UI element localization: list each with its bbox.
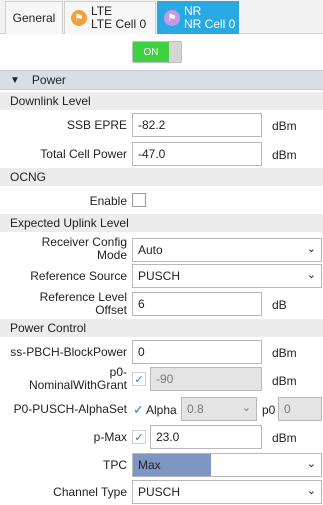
channel-type-value: PUSCH <box>138 485 181 499</box>
p-max-unit: dBm <box>272 431 297 445</box>
tpc-row: TPC Max ⌄ <box>0 452 323 478</box>
alpha-value: 0.8 <box>187 402 204 416</box>
tab-nr-cell[interactable]: ⚑ NR NR Cell 0 <box>157 1 239 34</box>
p0-input[interactable]: 0 <box>278 397 322 421</box>
tab-lte-cell[interactable]: ⚑ LTE LTE Cell 0 <box>64 1 156 34</box>
p0-nominal-input[interactable]: -90 <box>150 367 262 391</box>
reference-offset-unit: dB <box>272 298 287 312</box>
ocng-enable-label: Enable <box>89 194 127 208</box>
ssb-epre-label: SSB EPRE <box>66 118 127 132</box>
ss-pbch-unit: dBm <box>272 346 297 360</box>
total-cell-power-label: Total Cell Power <box>40 147 127 161</box>
p0-pusch-row: P0-PUSCH-AlphaSet ✓ Alpha 0.8 ⌄ p0 0 <box>0 396 323 422</box>
checkmark-icon: ✓ <box>134 431 144 444</box>
receiver-config-label-line1: Receiver Config <box>41 235 127 249</box>
tpc-select[interactable]: Max ⌄ <box>132 453 322 477</box>
ssb-epre-row: SSB EPRE -82.2 dBm <box>0 112 323 138</box>
p0-nominal-label-line1: p0- <box>109 365 127 379</box>
tab-lte-sublabel: LTE Cell 0 <box>91 17 147 31</box>
p0-nominal-checkbox[interactable]: ✓ <box>132 372 146 386</box>
reference-offset-label: Reference Level Offset <box>40 291 127 317</box>
p0-nominal-label: p0- NominalWithGrant <box>29 366 127 392</box>
chevron-down-icon: ⌄ <box>306 269 316 281</box>
tpc-value: Max <box>138 458 161 472</box>
p-max-checkbox[interactable]: ✓ <box>132 430 146 444</box>
p-max-input[interactable]: 23.0 <box>150 425 262 449</box>
p0-nominal-unit: dBm <box>272 374 297 388</box>
p-max-label: p-Max <box>93 430 127 444</box>
total-cell-power-input[interactable]: -47.0 <box>132 142 262 166</box>
ss-pbch-input[interactable]: 0 <box>132 340 262 364</box>
alpha-label: Alpha <box>146 403 177 417</box>
receiver-config-row: Receiver Config Mode Auto ⌄ <box>0 234 323 262</box>
nr-cell-icon: ⚑ <box>164 10 180 26</box>
chevron-down-icon: ⌄ <box>306 243 316 255</box>
tab-nr-sublabel: NR Cell 0 <box>184 17 236 31</box>
total-cell-power-row: Total Cell Power -47.0 dBm <box>0 141 323 167</box>
tab-bar: General ⚑ LTE LTE Cell 0 ⚑ NR NR Cell 0 <box>0 0 323 34</box>
p0-pusch-label: P0-PUSCH-AlphaSet <box>13 402 127 416</box>
receiver-config-label-line2: Mode <box>96 248 127 262</box>
chevron-down-icon: ⌄ <box>306 458 316 470</box>
reference-source-label: Reference Source <box>30 269 127 283</box>
expected-uplink-header: Expected Uplink Level <box>0 214 323 232</box>
reference-offset-input[interactable]: 6 <box>132 292 262 316</box>
ss-pbch-row: ss-PBCH-BlockPower 0 dBm <box>0 339 323 365</box>
channel-type-select[interactable]: PUSCH ⌄ <box>132 480 322 504</box>
reference-source-row: Reference Source PUSCH ⌄ <box>0 262 323 288</box>
checkmark-icon[interactable]: ✓ <box>133 402 144 418</box>
cell-on-toggle[interactable]: ON <box>132 41 182 63</box>
lte-cell-icon: ⚑ <box>71 10 87 26</box>
receiver-config-select[interactable]: Auto ⌄ <box>132 238 322 262</box>
p0-label: p0 <box>262 403 276 417</box>
ocng-header: OCNG <box>0 168 323 186</box>
power-section-title: Power <box>31 73 66 87</box>
tpc-label: TPC <box>103 458 127 472</box>
ocng-enable-checkbox[interactable] <box>132 193 146 207</box>
triangle-down-icon: ▼ <box>10 74 20 86</box>
p-max-row: p-Max ✓ 23.0 dBm <box>0 424 323 450</box>
reference-source-select[interactable]: PUSCH ⌄ <box>132 264 322 288</box>
reference-offset-row: Reference Level Offset 6 dB <box>0 289 323 317</box>
total-cell-power-unit: dBm <box>272 148 297 162</box>
chevron-down-icon: ⌄ <box>241 402 251 414</box>
receiver-config-label: Receiver Config Mode <box>42 236 127 262</box>
channel-type-label: Channel Type <box>53 485 127 499</box>
ssb-epre-input[interactable]: -82.2 <box>132 113 262 137</box>
ocng-enable-row: Enable <box>0 188 323 214</box>
reference-offset-label-line2: Offset <box>95 303 127 317</box>
channel-type-row: Channel Type PUSCH ⌄ <box>0 479 323 505</box>
ss-pbch-label: ss-PBCH-BlockPower <box>10 345 127 359</box>
tab-general[interactable]: General <box>5 1 63 34</box>
chevron-down-icon: ⌄ <box>306 485 316 497</box>
downlink-level-header: Downlink Level <box>0 92 323 110</box>
p0-nominal-row: p0- NominalWithGrant ✓ -90 dBm <box>0 366 323 392</box>
toggle-on-label: ON <box>133 42 169 62</box>
reference-offset-label-line1: Reference Level <box>39 290 127 304</box>
ssb-epre-unit: dBm <box>272 119 297 133</box>
p0-nominal-label-line2: NominalWithGrant <box>28 378 127 392</box>
checkmark-icon: ✓ <box>134 373 144 386</box>
alpha-select[interactable]: 0.8 ⌄ <box>181 397 257 421</box>
tab-general-label: General <box>12 10 56 25</box>
receiver-config-value: Auto <box>138 243 163 257</box>
power-section-header[interactable]: ▼ Power <box>0 70 323 90</box>
power-control-header: Power Control <box>0 319 323 337</box>
reference-source-value: PUSCH <box>138 269 181 283</box>
